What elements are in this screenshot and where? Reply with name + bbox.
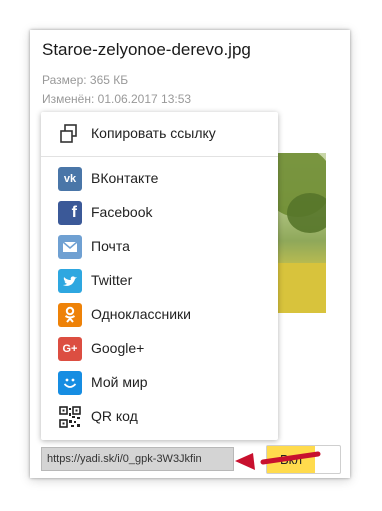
vk-icon: vk <box>58 167 82 191</box>
copy-link-label: Копировать ссылку <box>91 125 216 141</box>
menu-divider <box>41 156 278 157</box>
share-item-label: QR код <box>91 408 138 424</box>
odnoklassniki-icon <box>58 303 82 327</box>
share-item-moy-mir[interactable]: Мой мир <box>41 366 278 400</box>
share-item-label: Одноклассники <box>91 306 192 322</box>
share-item-twitter[interactable]: Twitter <box>41 264 278 298</box>
moy-mir-icon <box>58 371 82 395</box>
public-link-field[interactable]: https://yadi.sk/i/0_gpk-3W3Jkfin <box>41 447 234 471</box>
share-item-label: Facebook <box>91 204 153 220</box>
red-arrow-annotation <box>235 451 321 470</box>
preview-field <box>273 263 326 313</box>
screenshot-stage: Staroe-zelyonoe-derevo.jpg Размер: 365 К… <box>0 0 382 511</box>
preview-foliage-lower <box>287 193 326 233</box>
share-item-facebook[interactable]: f Facebook <box>41 196 278 230</box>
share-item-google-plus[interactable]: G+ Google+ <box>41 332 278 366</box>
share-item-odnoklassniki[interactable]: Одноклассники <box>41 298 278 332</box>
file-modified-label: Изменён: 01.06.2017 13:53 <box>42 92 192 106</box>
share-item-label: Почта <box>91 238 130 254</box>
share-item-mail[interactable]: Почта <box>41 230 278 264</box>
google-plus-icon: G+ <box>58 337 82 361</box>
share-item-label: ВКонтакте <box>91 170 159 186</box>
twitter-icon <box>58 269 82 293</box>
qr-code-icon <box>58 405 82 429</box>
mail-icon <box>58 235 82 259</box>
share-item-label: Twitter <box>91 272 133 288</box>
copy-link-icon <box>60 124 77 143</box>
share-item-label: Мой мир <box>91 374 148 390</box>
image-preview[interactable] <box>273 153 326 313</box>
share-item-qr-code[interactable]: QR код <box>41 400 278 434</box>
share-dropdown-menu: Копировать ссылку vk ВКонтакте f Faceboo… <box>41 112 278 440</box>
file-name-title: Staroe-zelyonoe-derevo.jpg <box>42 40 251 59</box>
file-size-label: Размер: 365 КБ <box>42 73 129 87</box>
copy-link-menu-item[interactable]: Копировать ссылку <box>41 112 278 154</box>
share-item-vk[interactable]: vk ВКонтакте <box>41 162 278 196</box>
facebook-icon: f <box>58 201 82 225</box>
share-item-label: Google+ <box>91 340 145 356</box>
